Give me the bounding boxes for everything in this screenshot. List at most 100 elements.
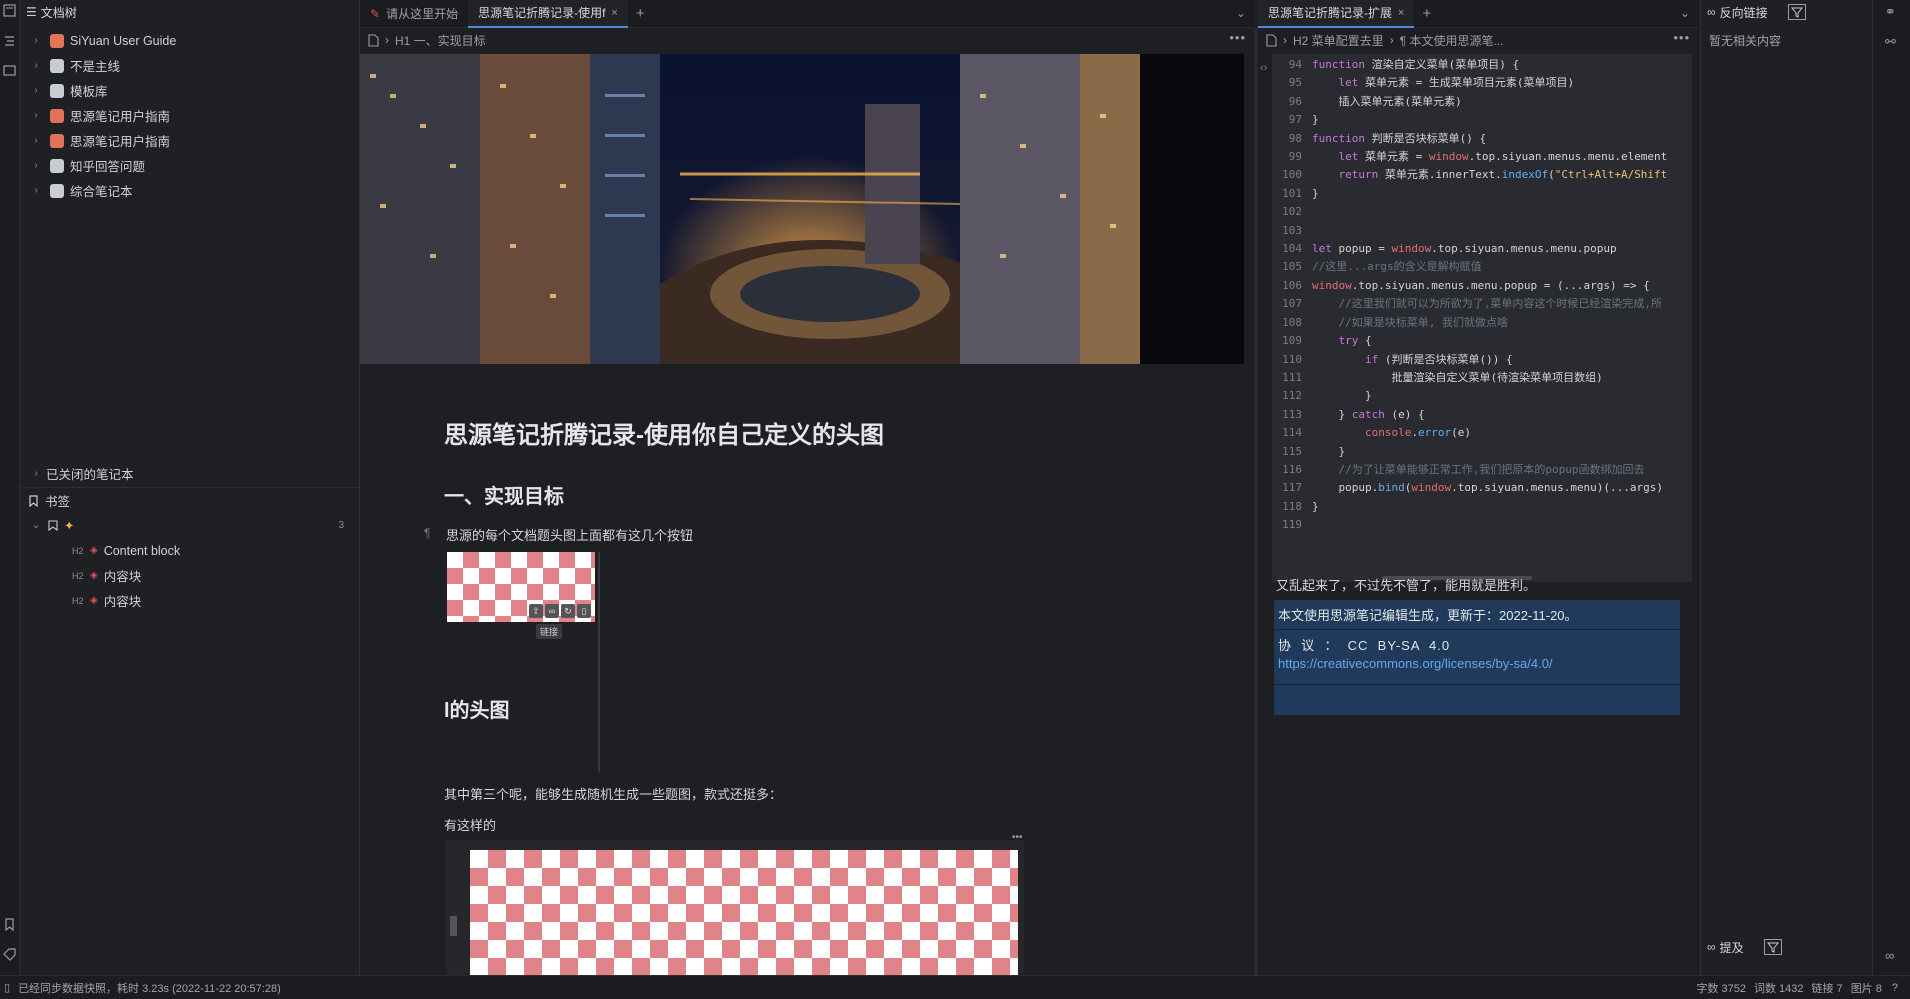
more-icon[interactable]: ••• — [1229, 30, 1246, 45]
bookmark-group[interactable]: ⌄ ✦ 3 — [20, 513, 360, 538]
paragraph[interactable]: 其中第三个呢，能够生成随机生成一些题图，款式还挺多： — [444, 784, 782, 803]
file-tree-dock-icon[interactable] — [3, 4, 16, 17]
code-content[interactable]: 94 function 渲染自定义菜单(菜单项目) {95 let 菜单元素 = … — [1272, 54, 1692, 535]
footer-blockquote[interactable]: 本文使用思源笔记编辑生成，更新于：2022-11-20。 协 议 ： CC BY… — [1274, 600, 1680, 684]
notebook-label: 知乎回答问题 — [70, 160, 146, 174]
paragraph[interactable]: 又乱起来了，不过先不管了，能用就是胜利。 — [1276, 575, 1536, 594]
bookmark-item[interactable]: H2 ◈ 内容块 — [20, 563, 360, 588]
breadcrumb-separator-icon: › — [1389, 33, 1394, 47]
empty-block[interactable] — [1274, 685, 1680, 715]
code-line: 109 try { — [1282, 334, 1372, 348]
notebook-item[interactable]: › 综合笔记本 — [30, 178, 359, 203]
bookmark-dock-icon[interactable] — [3, 918, 16, 931]
code-line: 95 let 菜单元素 = 生成菜单项目元素(菜单项目) — [1288, 76, 1575, 90]
document-title[interactable]: 思源笔记折腾记录-使用你自己定义的头图 — [444, 415, 884, 450]
more-icon[interactable]: ••• — [1012, 832, 1023, 843]
chevron-right-icon: › — [34, 60, 38, 71]
breadcrumb-separator-icon: › — [1283, 33, 1287, 47]
footer-line[interactable]: 本文使用思源笔记编辑生成，更新于：2022-11-20。 — [1274, 600, 1680, 630]
tab-menu-chevron-icon[interactable]: ⌄ — [1680, 6, 1690, 20]
code-line: 106 window.top.siyuan.menus.menu.popup = … — [1282, 278, 1650, 292]
upload-icon[interactable]: ⇪ — [529, 604, 543, 618]
tag-dock-icon[interactable] — [3, 948, 16, 961]
breadcrumb-item[interactable]: H2 菜单配置去里 — [1293, 32, 1384, 49]
tab-menu-chevron-icon[interactable]: ⌄ — [1236, 6, 1246, 20]
code-line: 119 — [1282, 518, 1302, 532]
graph-icon[interactable]: ⚭ — [1885, 4, 1896, 20]
notebook-icon — [50, 108, 64, 123]
pen-icon: ✎ — [370, 6, 381, 21]
code-block[interactable]: 94 function 渲染自定义菜单(菜单项目) {95 let 菜单元素 = … — [1272, 54, 1692, 582]
code-line: 96 插入菜单元素(菜单元素) — [1288, 94, 1462, 108]
heading-tag: H2 — [72, 545, 84, 556]
bookmarks-header[interactable]: 书签 — [20, 488, 360, 513]
file-tree-header: ☰ 文档树 — [20, 0, 359, 24]
closed-notebooks-row[interactable]: › 已关闭的笔记本 — [20, 461, 360, 486]
image-block[interactable]: ••• — [446, 832, 1024, 975]
bookmark-label: 内容块 — [103, 570, 142, 584]
more-icon[interactable]: ••• — [1673, 30, 1690, 45]
heading-1[interactable]: 一、实现目标 — [444, 480, 564, 509]
editor-tabbar-right: 思源笔记折腾记录-扩展 × + ⌄ — [1258, 0, 1698, 28]
link-icon: ∞ — [1707, 940, 1716, 954]
notebook-item[interactable]: › 知乎回答问题 — [30, 153, 359, 178]
close-icon[interactable]: × — [1398, 7, 1404, 19]
backlink-dock-icon[interactable]: ∞ — [1885, 948, 1894, 963]
sparkle-icon: ✦ — [64, 519, 75, 533]
bookmark-item[interactable]: H2 ◈ Content block — [20, 538, 360, 563]
tab-label: 思源笔记折腾记录-使用f — [478, 6, 606, 20]
backlinks-panel: ∞ 反向链接 暂无相关内容 ∞ 提及 — [1700, 0, 1896, 975]
inbox-dock-icon[interactable] — [3, 64, 16, 77]
paragraph[interactable]: 思源的每个文档题头图上面都有这几个按钮 — [446, 525, 693, 544]
code-line: 113 } catch (e) { — [1282, 407, 1425, 421]
new-tab-button[interactable]: + — [628, 5, 653, 22]
license-link[interactable]: https://creativecommons.org/licenses/by-… — [1274, 654, 1680, 673]
trash-icon[interactable]: ▯ — [577, 604, 591, 618]
global-graph-icon[interactable]: ⚯ — [1885, 34, 1896, 50]
code-line: 117 popup.bind(window.top.siyuan.menus.m… — [1282, 481, 1664, 495]
breadcrumb-item[interactable]: ¶ 本文使用思源笔... — [1400, 32, 1504, 49]
document-icon[interactable] — [368, 33, 379, 47]
breadcrumb-item[interactable]: H1 一、实现目标 — [395, 32, 486, 49]
bookmark-item[interactable]: H2 ◈ 内容块 — [20, 588, 360, 613]
filter-icon[interactable] — [1763, 939, 1782, 955]
small-banner-preview-image[interactable]: ⇪ ∞ ↻ ▯ — [447, 552, 595, 622]
notebook-item[interactable]: › SiYuan User Guide — [30, 28, 359, 53]
notebook-item[interactable]: › 不是主线 — [30, 53, 359, 78]
checker-banner-image[interactable] — [470, 850, 1018, 975]
block-icon: ◈ — [90, 545, 98, 556]
image-resize-handle[interactable] — [598, 552, 600, 772]
chevron-down-icon: ⌄ — [31, 520, 41, 531]
notebook-item[interactable]: › 思源笔记用户指南 — [30, 128, 359, 153]
code-line: 104 let popup = window.top.siyuan.menus.m… — [1282, 242, 1617, 256]
tab[interactable]: 思源笔记折腾记录-使用f × — [468, 0, 628, 28]
notebook-item[interactable]: › 模板库 — [30, 78, 359, 103]
notebook-icon — [50, 133, 64, 148]
link-icon[interactable]: ∞ — [545, 604, 559, 618]
chevron-right-icon: › — [34, 85, 38, 96]
right-dock: ⚭ ⚯ ∞ — [1872, 0, 1910, 975]
new-tab-button[interactable]: + — [1414, 5, 1439, 22]
outline-dock-icon[interactable] — [3, 34, 16, 47]
code-line: 110 if (判断是否块标菜单()) { — [1282, 352, 1513, 366]
breadcrumb: › H2 菜单配置去里 › ¶ 本文使用思源笔... — [1258, 28, 1698, 52]
expand-code-icon[interactable]: ‹› — [1260, 62, 1267, 74]
close-icon[interactable]: × — [611, 7, 617, 19]
document-icon[interactable] — [1266, 33, 1277, 47]
notebook-item[interactable]: › 思源笔记用户指南 — [30, 103, 359, 128]
help-icon[interactable]: ? — [1892, 982, 1898, 994]
document-banner-image[interactable] — [360, 54, 1244, 364]
tab[interactable]: ✎ 请从这里开始 — [360, 0, 468, 28]
code-line: 101} — [1282, 186, 1319, 200]
paragraph[interactable]: 有这样的 — [444, 815, 496, 834]
tab[interactable]: 思源笔记折腾记录-扩展 × — [1258, 0, 1415, 28]
code-line: 114 console.error(e) — [1282, 426, 1471, 440]
tab-label: 请从这里开始 — [386, 7, 459, 21]
paragraph-icon[interactable]: ¶ — [424, 526, 430, 540]
scrollbar[interactable] — [450, 916, 457, 936]
refresh-icon[interactable]: ↻ — [561, 604, 575, 618]
chevron-right-icon: › — [34, 468, 38, 479]
filter-icon[interactable] — [1787, 4, 1806, 20]
chevron-right-icon: › — [34, 185, 38, 196]
notebook-icon — [50, 83, 64, 98]
